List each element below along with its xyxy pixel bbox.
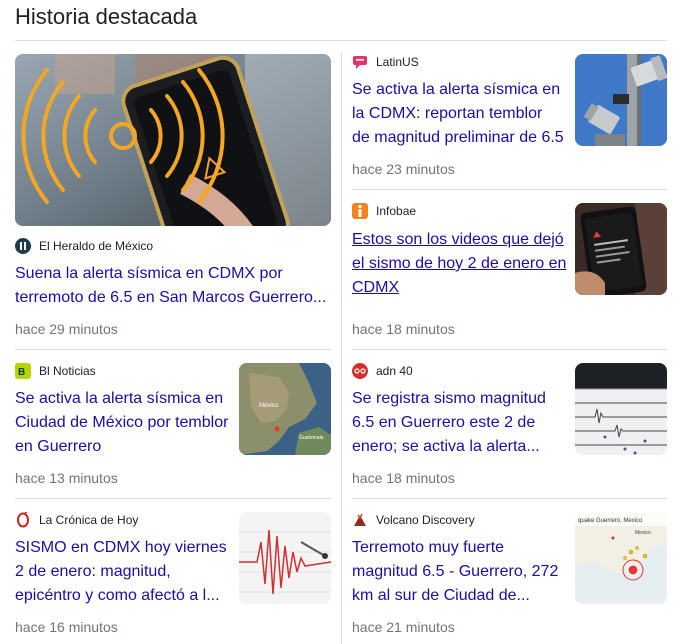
headline-link[interactable]: Se registra sismo magnitud 6.5 en Guerre… [352,387,564,459]
seismograph-red-image[interactable] [239,512,331,604]
source-name: adn 40 [376,364,413,378]
timestamp: hace 13 minutos [15,470,118,486]
source-row: Infobae [352,203,416,219]
phone-screen-image[interactable] [575,203,667,295]
heraldo-logo-icon [15,238,31,254]
source-row: LatinUS [352,54,419,70]
timestamp: hace 18 minutos [352,470,455,486]
adn40-logo-icon [352,363,368,379]
section-title: Historia destacada [15,4,198,29]
source-name: El Heraldo de México [39,239,154,253]
headline-link[interactable]: Se activa la alerta sísmica en la CDMX: … [352,78,564,150]
source-row: El Heraldo de México [15,238,153,254]
map-image[interactable]: México Guatemala [239,363,331,455]
headline-link[interactable]: Terremoto muy fuerte magnitud 6.5 - Guer… [352,536,564,608]
source-name: La Crónica de Hoy [39,513,139,527]
source-row: B Bl Noticias [15,363,96,379]
quake-map-image[interactable]: quake Guerrero, Mexico Mexico [575,512,667,604]
cronica-logo-icon [15,512,31,528]
row-divider [15,349,331,350]
svg-text:B: B [18,367,25,377]
seismograph-image[interactable] [575,363,667,455]
headline-link[interactable]: SISMO en CDMX hoy viernes 2 de enero: ma… [15,536,231,608]
row-divider [352,189,667,190]
loudspeaker-image[interactable] [575,54,667,146]
map-country-label-2: Guatemala [299,435,324,441]
headline-link[interactable]: Estos son los videos que dejó el sismo d… [352,228,568,300]
volcano-logo-icon [352,512,368,528]
latinus-logo-icon [352,54,368,70]
headline-link[interactable]: Suena la alerta sísmica en CDMX por terr… [15,262,331,310]
bl-noticias-logo-icon: B [15,363,31,379]
timestamp: hace 16 minutos [15,619,118,635]
quake-map-title: quake Guerrero, Mexico [578,518,643,524]
row-divider [352,498,667,499]
source-name: Volcano Discovery [376,513,475,527]
row-divider [15,498,331,499]
quake-map-label: Mexico [635,530,651,536]
headline-link[interactable]: Se activa la alerta sísmica en Ciudad de… [15,387,231,459]
phone-alert-image[interactable] [15,54,331,226]
source-name: Bl Noticias [39,364,96,378]
source-row: Volcano Discovery [352,512,475,528]
timestamp: hace 18 minutos [352,321,455,337]
map-country-label: México [259,403,279,409]
column-divider [341,52,342,644]
timestamp: hace 21 minutos [352,619,455,635]
source-name: Infobae [376,204,417,218]
source-row: La Crónica de Hoy [15,512,138,528]
source-name: LatinUS [376,55,419,69]
timestamp: hace 29 minutos [15,321,118,337]
infobae-logo-icon [352,203,368,219]
title-divider [15,40,667,41]
source-row: adn 40 [352,363,413,379]
row-divider [352,349,667,350]
timestamp: hace 23 minutos [352,161,455,177]
